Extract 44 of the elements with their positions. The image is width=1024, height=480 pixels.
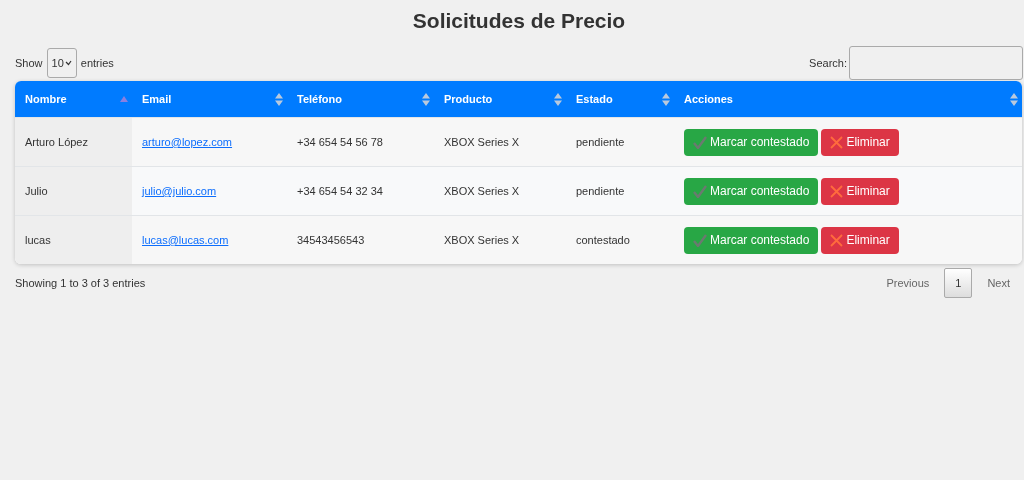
check-icon: [693, 184, 707, 198]
table-cell: Arturo López: [25, 136, 88, 148]
column-header[interactable]: Estado: [566, 81, 674, 117]
table-cell: +34 654 54 32 34: [297, 185, 383, 197]
check-icon: [693, 135, 707, 149]
email-link[interactable]: julio@julio.com: [142, 185, 217, 197]
table-cell: +34 654 54 56 78: [297, 136, 383, 148]
show-label: Show: [15, 57, 43, 69]
column-header[interactable]: Nombre: [15, 81, 132, 117]
email-link[interactable]: arturo@lopez.com: [142, 136, 233, 148]
column-header[interactable]: Teléfono: [287, 81, 434, 117]
delete-button[interactable]: Eliminar: [821, 128, 899, 156]
column-header[interactable]: Acciones: [674, 81, 1022, 117]
table-info: Showing 1 to 3 of 3 entries: [15, 277, 146, 289]
table-cell: 34543456543: [297, 234, 365, 246]
search-label: Search:: [809, 57, 847, 69]
page-button[interactable]: 1: [944, 268, 973, 298]
cross-icon: [830, 135, 844, 149]
check-icon: [693, 233, 707, 247]
page-title: Solicitudes de Precio: [411, 8, 627, 34]
cross-icon: [830, 233, 844, 247]
column-header[interactable]: Email: [132, 81, 287, 117]
table-cell: pendiente: [576, 136, 625, 148]
table-cell: XBOX Series X: [444, 185, 520, 197]
column-header[interactable]: Producto: [434, 81, 566, 117]
email-link[interactable]: lucas@lucas.com: [142, 234, 229, 246]
cross-icon: [830, 184, 844, 198]
entries-label: entries: [80, 57, 114, 69]
mark-answered-button[interactable]: Marcar contestado: [684, 226, 819, 254]
search-field[interactable]: [849, 46, 1023, 80]
mark-answered-button[interactable]: Marcar contestado: [684, 177, 819, 205]
previous-button[interactable]: Previous: [875, 268, 941, 298]
table-cell: pendiente: [576, 185, 625, 197]
mark-answered-button[interactable]: Marcar contestado: [684, 128, 819, 156]
table-cell: Julio: [25, 185, 48, 197]
chevron-down-icon: [64, 60, 72, 66]
table-cell: lucas: [25, 234, 51, 246]
next-button[interactable]: Next: [976, 268, 1021, 298]
delete-button[interactable]: Eliminar: [821, 226, 899, 254]
entries-select[interactable]: 10: [46, 48, 77, 78]
table-cell: XBOX Series X: [444, 234, 520, 246]
table-cell: XBOX Series X: [444, 136, 520, 148]
delete-button[interactable]: Eliminar: [821, 177, 899, 205]
table-cell: contestado: [576, 234, 630, 246]
